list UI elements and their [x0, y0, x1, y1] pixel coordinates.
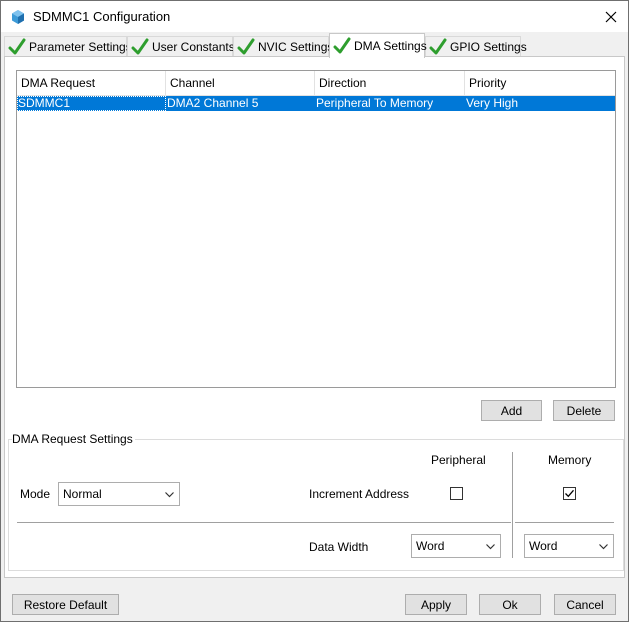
- tab-dma-settings[interactable]: DMA Settings: [329, 33, 427, 58]
- memory-header: Memory: [548, 453, 592, 467]
- chevron-down-icon: [165, 492, 174, 498]
- cancel-button[interactable]: Cancel: [554, 594, 616, 615]
- green-check-icon: [333, 37, 351, 54]
- green-check-icon: [131, 38, 149, 55]
- column-header-dma-request[interactable]: DMA Request: [17, 71, 166, 96]
- close-button[interactable]: [594, 1, 628, 32]
- table-header: DMA Request Channel Direction Priority: [17, 71, 615, 96]
- column-header-priority[interactable]: Priority: [465, 71, 615, 96]
- column-header-direction[interactable]: Direction: [315, 71, 465, 96]
- cell-channel: DMA2 Channel 5: [167, 96, 259, 110]
- settings-divider: [17, 522, 511, 523]
- window-title: SDMMC1 Configuration: [33, 9, 171, 24]
- column-divider: [512, 452, 513, 558]
- memory-data-width-select[interactable]: Word: [524, 534, 614, 558]
- cell-dma-request: SDMMC1: [17, 96, 166, 111]
- configuration-window: SDMMC1 Configuration Parameter Settings …: [0, 0, 629, 622]
- data-width-label: Data Width: [309, 540, 369, 554]
- cell-priority: Very High: [466, 96, 519, 110]
- title-bar: SDMMC1 Configuration: [1, 1, 628, 32]
- tab-label: GPIO Settings: [450, 40, 527, 54]
- chevron-down-icon: [486, 544, 495, 550]
- mode-select[interactable]: Normal: [58, 482, 180, 506]
- close-icon: [605, 11, 617, 22]
- tab-nvic-settings[interactable]: NVIC Settings: [233, 36, 333, 57]
- tab-parameter-settings[interactable]: Parameter Settings: [4, 36, 132, 57]
- peripheral-width-value: Word: [416, 539, 445, 553]
- peripheral-increment-checkbox[interactable]: [450, 487, 463, 500]
- green-check-icon: [237, 38, 255, 55]
- chevron-down-icon: [599, 544, 608, 550]
- mode-value: Normal: [63, 487, 102, 501]
- delete-button[interactable]: Delete: [553, 400, 615, 421]
- green-check-icon: [429, 38, 447, 55]
- tab-label: NVIC Settings: [258, 40, 334, 54]
- cell-direction: Peripheral To Memory: [316, 96, 434, 110]
- tab-label: DMA Settings: [354, 39, 427, 53]
- ok-button[interactable]: Ok: [479, 594, 541, 615]
- memory-width-value: Word: [529, 539, 558, 553]
- green-check-icon: [8, 38, 26, 55]
- peripheral-header: Peripheral: [431, 453, 486, 467]
- app-icon: [12, 10, 24, 24]
- dma-request-table[interactable]: DMA Request Channel Direction Priority S…: [16, 70, 616, 388]
- table-row[interactable]: SDMMC1 DMA2 Channel 5 Peripheral To Memo…: [17, 96, 615, 111]
- checkmark-icon: [565, 489, 574, 498]
- column-header-channel[interactable]: Channel: [166, 71, 315, 96]
- tab-strip: Parameter Settings User Constants NVIC S…: [4, 33, 624, 58]
- add-button[interactable]: Add: [481, 400, 542, 421]
- mode-label: Mode: [20, 487, 51, 501]
- group-title: DMA Request Settings: [12, 432, 135, 446]
- tab-gpio-settings[interactable]: GPIO Settings: [425, 36, 527, 57]
- tab-label: User Constants: [152, 40, 235, 54]
- apply-button[interactable]: Apply: [405, 594, 467, 615]
- memory-increment-checkbox[interactable]: [563, 487, 576, 500]
- peripheral-data-width-select[interactable]: Word: [411, 534, 501, 558]
- tab-label: Parameter Settings: [29, 40, 132, 54]
- increment-address-label: Increment Address: [309, 487, 410, 501]
- settings-divider: [515, 522, 614, 523]
- restore-default-button[interactable]: Restore Default: [12, 594, 119, 615]
- tab-user-constants[interactable]: User Constants: [127, 36, 235, 57]
- tab-content: DMA Request Channel Direction Priority S…: [4, 56, 625, 578]
